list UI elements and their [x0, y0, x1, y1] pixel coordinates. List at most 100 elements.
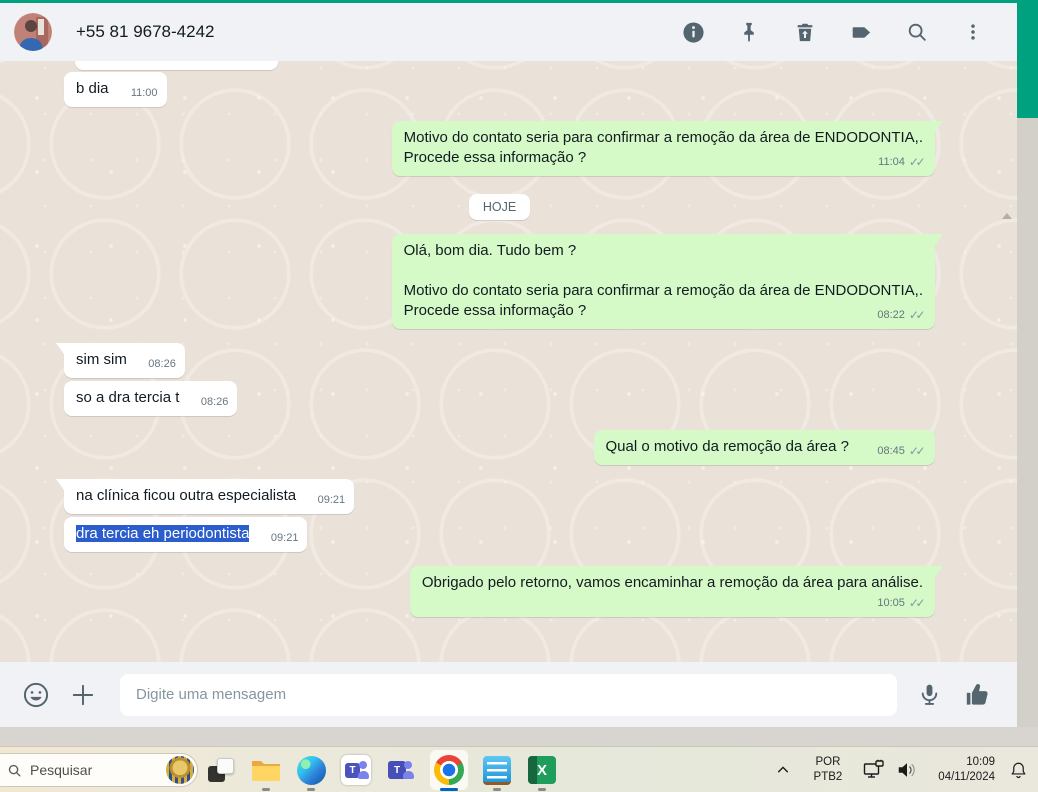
bubble-tail	[935, 566, 943, 577]
menu-kebab-icon[interactable]	[961, 20, 985, 44]
message-time: 08:26	[200, 396, 229, 408]
message-time: 08:26	[148, 358, 176, 370]
windows-taskbar: Pesquisar T T X POR PTB2 10:09 04/11/202…	[0, 746, 1038, 792]
message-row: b dia 11:00	[64, 72, 935, 107]
message-text: sim sim	[76, 351, 127, 368]
message-bubble-in[interactable]: sim sim 08:26	[56, 343, 185, 378]
edge-icon[interactable]	[295, 747, 327, 792]
info-icon[interactable]	[681, 20, 705, 44]
clock-date: 04/11/2024	[938, 771, 995, 783]
network-display-icon[interactable]	[862, 759, 886, 781]
message-text: na clínica ficou outra especialista	[76, 487, 297, 504]
message-text: Motivo do contato seria para confirmar a…	[403, 129, 923, 166]
message-bubble-out[interactable]: Olá, bom dia. Tudo bem ? Motivo do conta…	[391, 234, 943, 329]
message-time: 10:05	[877, 597, 905, 609]
partial-message-bubble	[75, 61, 278, 70]
chat-header: +55 81 9678-4242	[0, 3, 1017, 61]
taskbar-search[interactable]: Pesquisar	[0, 753, 198, 787]
message-text: Qual o motivo da remoção da área ?	[605, 438, 849, 455]
background-window-green	[1017, 0, 1038, 118]
message-time: 09:21	[270, 532, 299, 544]
message-row: dra tercia eh periodontista 09:21	[64, 517, 935, 552]
background-window-edge	[1017, 0, 1038, 746]
message-bubble-out[interactable]: Motivo do contato seria para confirmar a…	[391, 121, 943, 176]
message-input[interactable]	[120, 673, 897, 716]
message-bubble-out[interactable]: Obrigado pelo retorno, vamos encaminhar …	[409, 566, 943, 617]
delete-icon[interactable]	[793, 20, 817, 44]
speaker-icon[interactable]	[896, 760, 918, 780]
message-row: Qual o motivo da remoção da área ? 08:45 ✓…	[64, 430, 935, 465]
message-time: 11:04	[878, 156, 905, 168]
mic-icon[interactable]	[917, 682, 942, 707]
chat-scroll-arrow-icon[interactable]	[1002, 213, 1012, 219]
message-meta: 08:45 ✓✓	[877, 441, 926, 461]
message-text: so a dra tercia t	[76, 389, 180, 406]
language-indicator[interactable]: POR PTB2	[814, 755, 843, 785]
teams-dark-icon[interactable]: T	[385, 747, 417, 792]
date-divider: HOJE	[468, 194, 531, 220]
message-meta: 08:26	[148, 354, 176, 374]
message-row: na clínica ficou outra especialista 09:21	[56, 479, 935, 514]
search-icon[interactable]	[905, 20, 929, 44]
file-explorer-icon[interactable]	[250, 747, 282, 792]
bubble-tail	[935, 121, 943, 132]
message-row: Obrigado pelo retorno, vamos encaminhar …	[64, 566, 943, 617]
thumbs-up-icon[interactable]	[964, 681, 991, 708]
bubble-tail	[935, 234, 943, 245]
message-meta: 09:21	[271, 528, 299, 548]
message-time: 11:00	[130, 87, 158, 99]
message-time: 08:45	[877, 445, 905, 457]
search-icon	[8, 764, 21, 776]
message-row: so a dra tercia t 08:26	[64, 381, 935, 416]
message-bubble-in[interactable]: na clínica ficou outra especialista 09:21	[56, 479, 355, 514]
contact-avatar[interactable]	[14, 13, 52, 51]
excel-icon[interactable]: X	[526, 747, 558, 792]
desktop-gap	[0, 727, 1038, 746]
pin-icon[interactable]	[737, 20, 761, 44]
task-view-icon[interactable]	[205, 747, 237, 792]
message-meta: 11:04 ✓✓	[878, 152, 926, 172]
chrome-icon[interactable]	[430, 747, 468, 792]
bubble-tail	[56, 479, 64, 490]
message-meta: 08:22 ✓✓	[877, 305, 926, 325]
message-bubble-in[interactable]: so a dra tercia t 08:26	[64, 381, 238, 416]
double-check-icon: ✓✓	[908, 444, 926, 458]
message-meta: 08:26	[201, 392, 229, 412]
message-list: b dia 11:00 Motivo do contato seria para c…	[0, 61, 1017, 662]
message-meta: 11:00	[131, 83, 158, 103]
message-time: 09:21	[317, 494, 346, 506]
bell-icon[interactable]	[1009, 760, 1028, 780]
composer-bar	[0, 662, 1017, 727]
message-time: 08:22	[877, 309, 905, 321]
message-text: dra tercia eh periodontista	[76, 525, 250, 542]
double-check-icon: ✓✓	[908, 596, 926, 610]
message-text: Olá, bom dia. Tudo bem ? Motivo do conta…	[403, 242, 923, 319]
message-bubble-in[interactable]: b dia 11:00	[64, 72, 167, 107]
message-bubble-out[interactable]: Qual o motivo da remoção da área ? 08:45 ✓…	[593, 430, 935, 465]
selected-text: dra tercia eh periodontista	[76, 525, 250, 542]
chevron-up-icon[interactable]	[776, 763, 790, 777]
message-meta: 10:05 ✓✓	[877, 593, 926, 613]
double-check-icon: ✓✓	[908, 155, 926, 169]
contact-title[interactable]: +55 81 9678-4242	[76, 22, 215, 42]
search-highlight-image	[166, 756, 194, 784]
message-text: b dia	[76, 80, 109, 97]
message-row: Motivo do contato seria para confirmar a…	[64, 121, 943, 176]
message-text: Obrigado pelo retorno, vamos encaminhar …	[421, 574, 923, 591]
bubble-tail	[56, 343, 64, 354]
avatar-photo	[14, 13, 52, 51]
search-label: Pesquisar	[30, 762, 93, 778]
message-row: Olá, bom dia. Tudo bem ? Motivo do conta…	[64, 234, 943, 329]
emoji-icon[interactable]	[22, 681, 50, 709]
plus-attach-icon[interactable]	[70, 682, 96, 708]
chat-panel: b dia 11:00 Motivo do contato seria para c…	[0, 61, 1017, 662]
clock-time: 10:09	[966, 756, 995, 769]
message-bubble-in[interactable]: dra tercia eh periodontista 09:21	[64, 517, 308, 552]
notepad-icon[interactable]	[481, 747, 513, 792]
teams-light-icon[interactable]: T	[340, 747, 372, 792]
message-meta: 09:21	[318, 490, 346, 510]
clock[interactable]: 10:09 04/11/2024	[938, 755, 995, 785]
double-check-icon: ✓✓	[908, 308, 926, 322]
message-row: sim sim 08:26	[56, 343, 935, 378]
label-icon[interactable]	[849, 20, 873, 44]
